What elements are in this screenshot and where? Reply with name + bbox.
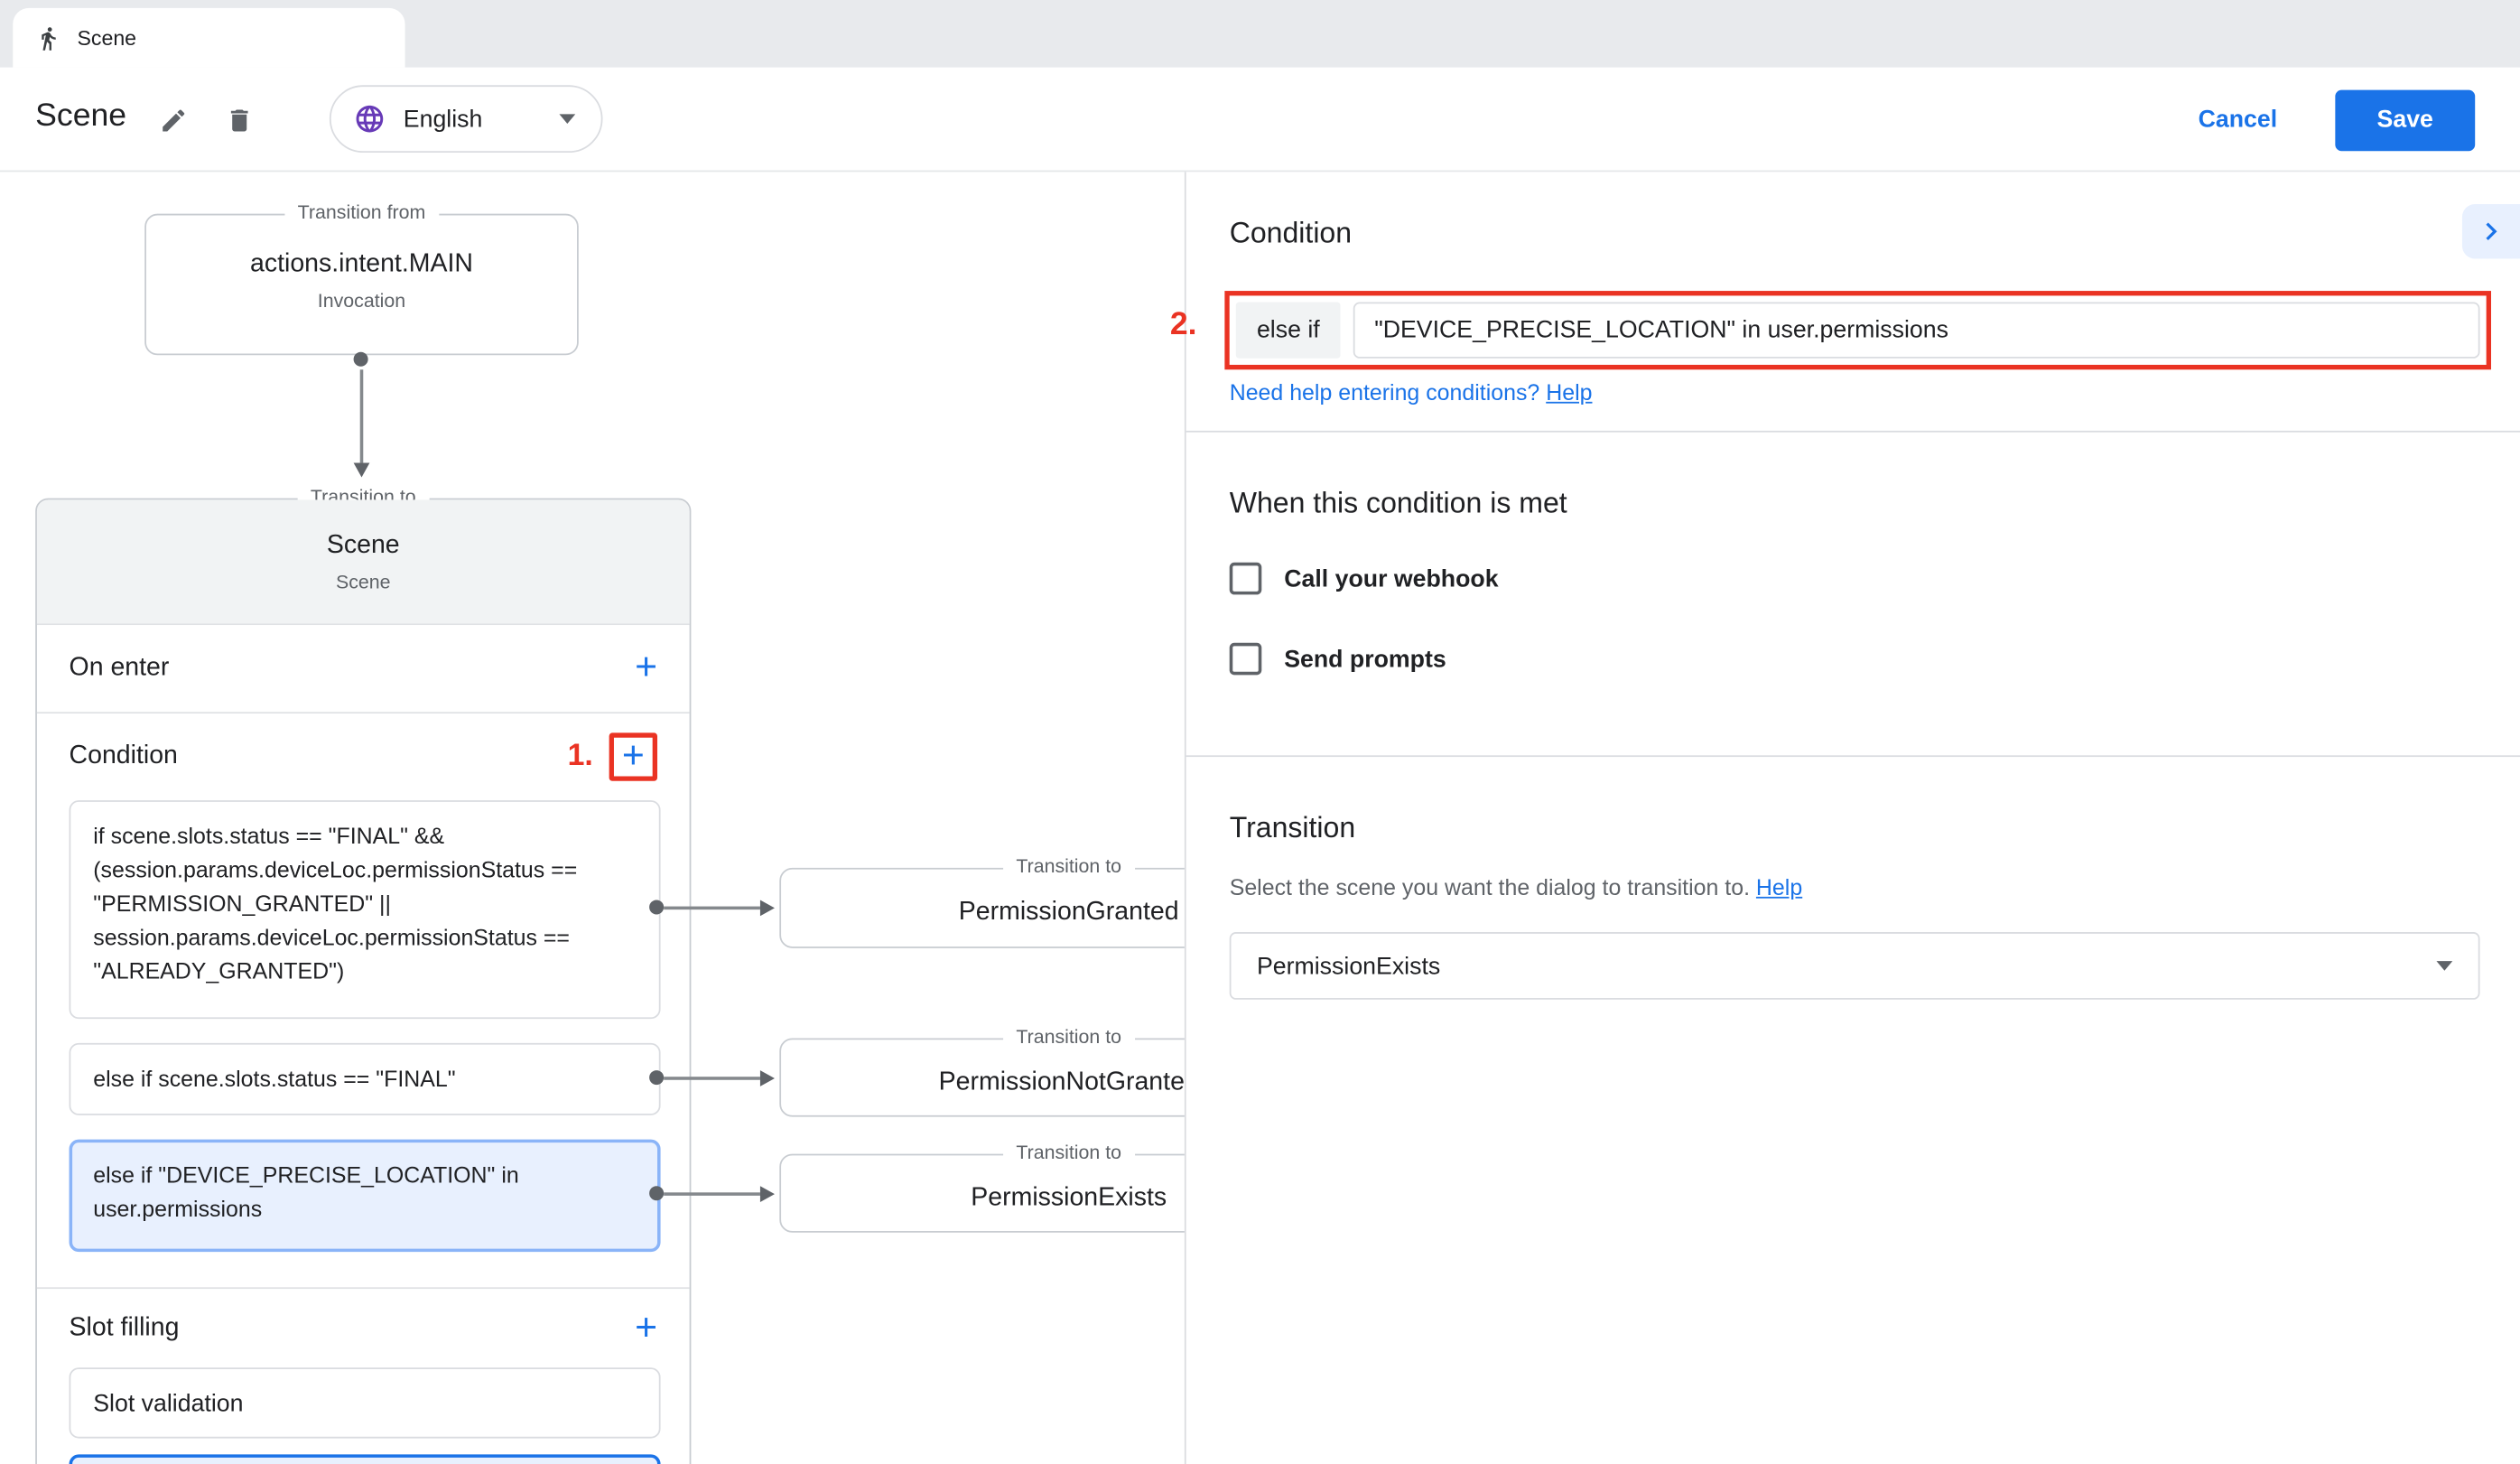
condition-help-line: Need help entering conditions? Help — [1230, 379, 1593, 405]
collapse-panel-button[interactable] — [2462, 204, 2520, 258]
connector-arrowhead — [760, 900, 775, 916]
section-divider — [1186, 755, 2520, 757]
on-enter-label: On enter — [70, 654, 636, 683]
intent-name: actions.intent.MAIN — [146, 251, 577, 280]
panel-condition-heading: Condition — [1230, 217, 1352, 250]
connector-arrowhead — [760, 1186, 775, 1202]
language-selector[interactable]: English — [330, 85, 603, 153]
add-on-enter-button[interactable]: + — [635, 649, 657, 688]
page-title: Scene — [35, 98, 126, 135]
on-enter-section: On enter + — [37, 625, 690, 713]
transition-to-badge: Transition to — [1003, 855, 1134, 878]
tab-title: Scene — [77, 25, 136, 50]
globe-icon — [354, 103, 386, 135]
scene-type: Scene — [37, 571, 690, 593]
connector-dot — [649, 900, 664, 914]
connector-line — [360, 369, 364, 462]
transition-scene-value: PermissionExists — [1257, 952, 2437, 979]
annotation-step-2-highlight: else if — [1224, 291, 2491, 369]
condition-section-header: Condition 1. + — [37, 713, 690, 800]
send-prompts-label: Send prompts — [1284, 645, 1446, 672]
chevron-right-icon — [2473, 214, 2508, 249]
language-value: English — [404, 106, 542, 133]
connector-arrowhead — [760, 1070, 775, 1086]
pencil-icon — [159, 106, 188, 135]
condition-section-label: Condition — [70, 742, 568, 771]
scene-name: Scene — [37, 532, 690, 561]
scene-tab[interactable]: Scene — [13, 8, 405, 68]
condition-help-link[interactable]: Help — [1546, 379, 1592, 405]
delete-scene-button[interactable] — [225, 106, 254, 143]
edit-scene-button[interactable] — [159, 106, 188, 143]
target-scene-name: PermissionGranted — [959, 899, 1179, 928]
condition-item-3-selected[interactable]: else if "DEVICE_PRECISE_LOCATION" in use… — [70, 1140, 661, 1253]
call-webhook-checkbox[interactable] — [1230, 563, 1262, 595]
chevron-down-icon — [2436, 961, 2452, 971]
transition-to-badge: Transition to — [1003, 1141, 1134, 1163]
connector-dot — [649, 1070, 664, 1085]
transition-scene-select[interactable]: PermissionExists — [1230, 932, 2480, 1000]
connector-line — [664, 1192, 760, 1196]
slot-validation-item[interactable]: Slot validation — [70, 1367, 661, 1438]
transition-from-node[interactable]: Transition from actions.intent.MAIN Invo… — [144, 214, 579, 356]
annotation-step-1: 1. — [568, 740, 593, 775]
cancel-button[interactable]: Cancel — [2199, 106, 2278, 133]
transition-help-link[interactable]: Help — [1756, 874, 1802, 900]
slot-filling-label: Slot filling — [70, 1314, 636, 1343]
send-prompts-checkbox[interactable] — [1230, 643, 1262, 676]
condition-detail-panel: Condition 2. else if Need help entering … — [1185, 172, 2520, 1464]
scene-card: Transition to Scene Scene On enter + Con… — [35, 499, 691, 1464]
webhook-option-row: Call your webhook — [1230, 563, 1499, 595]
connector-line — [664, 1077, 760, 1080]
scene-card-header[interactable]: Scene Scene — [37, 499, 690, 625]
condition-item-2[interactable]: else if scene.slots.status == "FINAL" — [70, 1043, 661, 1115]
add-slot-filling-button[interactable]: + — [635, 1309, 657, 1347]
prompts-option-row: Send prompts — [1230, 643, 1446, 676]
call-webhook-label: Call your webhook — [1284, 564, 1498, 592]
chevron-down-icon — [559, 114, 575, 124]
connector-arrowhead — [354, 462, 370, 477]
intent-type: Invocation — [146, 289, 577, 312]
target-scene-name: PermissionNotGranted — [939, 1068, 1199, 1096]
transition-to-badge: Transition to — [1003, 1025, 1134, 1048]
save-button[interactable]: Save — [2335, 89, 2475, 151]
transition-heading: Transition — [1230, 812, 1356, 845]
trash-icon — [225, 106, 254, 135]
connector-dot — [354, 352, 368, 367]
next-section-item[interactable] — [70, 1454, 661, 1464]
transition-from-badge: Transition from — [284, 200, 438, 223]
condition-expression-input[interactable] — [1353, 303, 2479, 359]
annotation-step-2: 2. — [1170, 307, 1197, 344]
browser-tab-bar: Scene — [0, 0, 2520, 68]
condition-help-text: Need help entering conditions? — [1230, 379, 1540, 405]
section-divider — [1186, 431, 2520, 433]
scene-tab-icon — [35, 25, 60, 51]
transition-help-text: Select the scene you want the dialog to … — [1230, 874, 1750, 900]
slot-filling-section-header: Slot filling + — [37, 1287, 690, 1367]
annotation-step-1-highlight: + — [609, 732, 657, 780]
add-condition-button[interactable]: + — [622, 738, 645, 777]
transition-help-line: Select the scene you want the dialog to … — [1230, 874, 1802, 900]
connector-dot — [649, 1186, 664, 1200]
header: Scene English Cancel Save — [0, 68, 2520, 173]
when-met-heading: When this condition is met — [1230, 487, 1567, 520]
else-if-chip: else if — [1236, 303, 1341, 359]
target-scene-name: PermissionExists — [971, 1184, 1167, 1213]
app-window: Scene Scene English Cancel Save — [0, 0, 2520, 1464]
condition-item-1[interactable]: if scene.slots.status == "FINAL" && (ses… — [70, 800, 661, 1019]
connector-line — [664, 907, 760, 910]
